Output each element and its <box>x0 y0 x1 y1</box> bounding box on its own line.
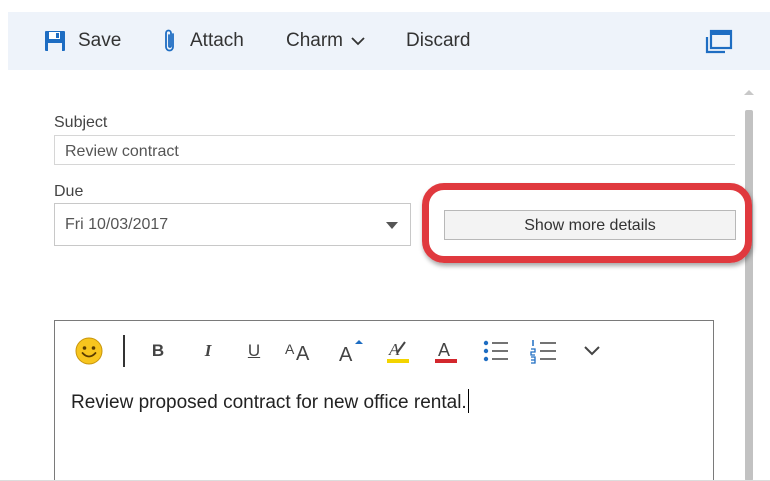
due-date-value: Fri 10/03/2017 <box>65 216 169 233</box>
discard-label: Discard <box>406 30 471 51</box>
bullets-icon[interactable] <box>479 337 513 365</box>
attach-label: Attach <box>190 30 244 51</box>
toolbar-separator <box>123 335 125 367</box>
body-text: Review proposed contract for new office … <box>71 392 467 413</box>
numbering-icon[interactable] <box>527 337 561 365</box>
show-more-details-button[interactable]: Show more details <box>444 210 736 240</box>
bold-button[interactable]: B <box>143 337 173 365</box>
save-label: Save <box>78 30 122 51</box>
scroll-up-arrow[interactable] <box>743 84 755 95</box>
underline-button[interactable]: U <box>239 337 269 365</box>
emoji-icon[interactable] <box>69 337 109 365</box>
body-editor[interactable]: B I U A A A A A Review proposed contract… <box>54 320 714 481</box>
save-button[interactable]: Save <box>44 12 121 70</box>
chevron-down-icon <box>351 36 365 46</box>
grow-font-button[interactable]: A <box>333 337 367 365</box>
format-toolbar: B I U A A A A A <box>55 321 713 379</box>
charm-label: Charm <box>286 30 344 51</box>
more-options-chevron-icon[interactable] <box>577 337 607 365</box>
font-size-button[interactable]: A A <box>283 337 317 365</box>
svg-text:A: A <box>296 343 310 364</box>
due-date-select[interactable]: Fri 10/03/2017 <box>54 203 411 246</box>
dropdown-arrow-icon <box>386 222 398 229</box>
paperclip-icon <box>162 28 178 54</box>
popout-icon[interactable] <box>704 29 734 55</box>
text-caret <box>467 389 469 413</box>
italic-button[interactable]: I <box>193 337 223 365</box>
scrollbar-thumb[interactable] <box>745 110 753 481</box>
charm-dropdown[interactable]: Charm <box>286 12 365 70</box>
subject-input[interactable]: Review contract <box>54 135 735 165</box>
svg-text:A: A <box>285 341 295 357</box>
subject-label: Subject <box>54 114 108 131</box>
svg-text:A: A <box>339 344 353 364</box>
highlight-icon[interactable]: A <box>381 337 415 365</box>
svg-text:A: A <box>388 340 400 359</box>
discard-button[interactable]: Discard <box>406 12 470 70</box>
body-text-area[interactable]: Review proposed contract for new office … <box>71 389 469 414</box>
command-toolbar: Save Attach Charm Discard <box>8 12 770 70</box>
attach-button[interactable]: Attach <box>162 12 244 70</box>
due-label: Due <box>54 183 84 200</box>
font-color-icon[interactable]: A <box>429 337 463 365</box>
save-icon <box>44 30 66 52</box>
svg-text:A: A <box>438 340 450 360</box>
